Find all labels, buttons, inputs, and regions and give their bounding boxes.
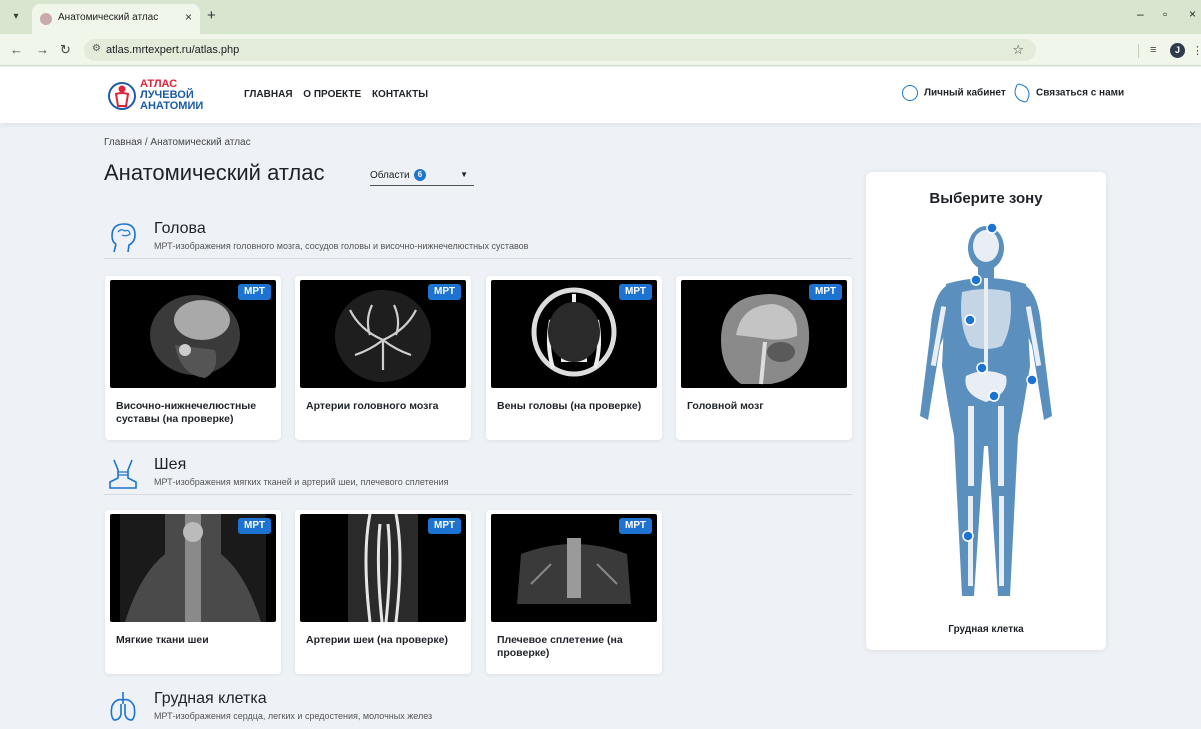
menu-icon[interactable]: ⋮ — [1192, 44, 1201, 57]
site-logo[interactable]: АТЛАС ЛУЧЕВОЙ АНАТОМИИ — [106, 78, 216, 114]
section-chest: Грудная клетка МРТ-изображения сердца, л… — [104, 688, 852, 729]
user-icon — [902, 85, 918, 101]
tab-search-icon[interactable]: ▾ — [8, 9, 24, 25]
mri-badge: МРТ — [809, 284, 842, 300]
section-title: Голова — [154, 220, 206, 237]
reload-icon[interactable]: ↻ — [60, 42, 71, 58]
mri-badge: МРТ — [619, 518, 652, 534]
head-icon — [111, 223, 136, 253]
section-neck: Шея МРТ-изображения мягких тканей и арте… — [104, 454, 852, 504]
mri-thumbnail: МРТ — [491, 514, 657, 622]
card-label: Головной мозг — [687, 400, 764, 412]
mri-badge: МРТ — [238, 284, 271, 300]
tab-title: Анатомический атлас — [58, 12, 159, 23]
zone-title: Выберите зону — [929, 190, 1043, 207]
card-label: Височно-нижнечелюстные суставы (на прове… — [116, 400, 257, 425]
address-bar[interactable]: ⚙ atlas.mrtexpert.ru/atlas.php ☆ — [84, 39, 1036, 61]
back-icon[interactable]: ← — [10, 42, 23, 57]
card-brain-arteries[interactable]: МРТ Артерии головного мозга — [295, 276, 471, 440]
card-neck-soft-tissue[interactable]: МРТ Мягкие ткани шеи — [105, 510, 281, 674]
section-title: Грудная клетка — [154, 690, 267, 707]
contact-link[interactable]: Связаться с нами — [1011, 82, 1124, 105]
site-info-icon[interactable]: ⚙ — [92, 43, 101, 54]
card-label: Вены головы (на проверке) — [497, 400, 642, 412]
section-subtitle: МРТ-изображения мягких тканей и артерий … — [154, 477, 449, 487]
card-tmj[interactable]: МРТ Височно-нижнечелюстные суставы (на п… — [105, 276, 281, 440]
section-subtitle: МРТ-изображения сердца, легких и средост… — [154, 711, 433, 721]
mri-thumbnail: МРТ — [300, 514, 466, 622]
mri-badge: МРТ — [428, 518, 461, 534]
phone-icon — [1011, 82, 1033, 104]
section-divider — [104, 494, 852, 495]
mri-thumbnail: МРТ — [110, 514, 276, 622]
zone-caption: Грудная клетка — [948, 624, 1024, 635]
tab-close-icon[interactable]: × — [185, 10, 192, 24]
regions-dropdown[interactable]: Области 6 ▼ — [370, 166, 474, 186]
card-label: Мягкие ткани шеи — [116, 634, 209, 646]
reading-list-icon[interactable]: ≡ — [1150, 44, 1156, 56]
chevron-down-icon: ▼ — [460, 170, 468, 179]
profile-avatar[interactable]: J — [1170, 43, 1185, 58]
toolbar-divider — [1138, 44, 1139, 58]
page-title: Анатомический атлас — [104, 160, 325, 185]
new-tab-button[interactable]: + — [207, 7, 216, 24]
mri-thumbnail: МРТ — [300, 280, 466, 388]
neck-icon — [109, 459, 137, 489]
lungs-icon — [110, 692, 136, 721]
zone-selector-panel: Выберите зону Грудная клетка — [866, 172, 1106, 650]
minimize-icon[interactable]: – — [1137, 7, 1144, 21]
section-title: Шея — [154, 456, 187, 473]
regions-label: Области — [370, 170, 410, 181]
nav-home-link[interactable]: ГЛАВНАЯ — [244, 89, 293, 100]
breadcrumb[interactable]: Главная / Анатомический атлас — [104, 137, 251, 148]
card-label: Артерии головного мозга — [306, 400, 439, 412]
mri-thumbnail: МРТ — [110, 280, 276, 388]
card-brain[interactable]: МРТ Головной мозг — [676, 276, 852, 440]
mri-thumbnail: МРТ — [491, 280, 657, 388]
favicon-icon — [40, 13, 52, 25]
nav-about-link[interactable]: О ПРОЕКТЕ — [303, 89, 361, 100]
restore-icon[interactable]: ▫ — [1163, 7, 1167, 21]
browser-tab[interactable]: Анатомический атлас × — [32, 4, 200, 34]
bookmark-star-icon[interactable]: ☆ — [1012, 42, 1024, 58]
mri-badge: МРТ — [428, 284, 461, 300]
card-label: Артерии шеи (на проверке) — [306, 634, 448, 646]
url-text: atlas.mrtexpert.ru/atlas.php — [106, 44, 240, 56]
account-link[interactable]: Личный кабинет — [902, 85, 1006, 105]
logo-text: АТЛАС ЛУЧЕВОЙ АНАТОМИИ — [140, 78, 204, 112]
mri-badge: МРТ — [238, 518, 271, 534]
card-head-veins[interactable]: МРТ Вены головы (на проверке) — [486, 276, 662, 440]
mri-thumbnail: МРТ — [681, 280, 847, 388]
close-window-icon[interactable]: × — [1189, 7, 1196, 21]
logo-mark-icon — [108, 82, 136, 110]
browser-tab-bar: ▾ Анатомический атлас × + – ▫ × — [0, 0, 1201, 34]
mri-badge: МРТ — [619, 284, 652, 300]
card-label: Плечевое сплетение (на проверке) — [497, 634, 623, 659]
section-divider — [104, 258, 852, 259]
browser-toolbar: ← → ↻ ⚙ atlas.mrtexpert.ru/atlas.php ☆ ≡… — [0, 34, 1201, 66]
card-brachial-plexus[interactable]: МРТ Плечевое сплетение (на проверке) — [486, 510, 662, 674]
site-header: АТЛАС ЛУЧЕВОЙ АНАТОМИИ ГЛАВНАЯ О ПРОЕКТЕ… — [0, 67, 1201, 123]
nav-contacts-link[interactable]: КОНТАКТЫ — [372, 89, 428, 100]
section-subtitle: МРТ-изображения головного мозга, сосудов… — [154, 241, 529, 251]
regions-count-badge: 6 — [414, 169, 426, 181]
body-map[interactable] — [906, 216, 1066, 616]
main-nav: ГЛАВНАЯ О ПРОЕКТЕ КОНТАКТЫ — [244, 89, 436, 100]
card-neck-arteries[interactable]: МРТ Артерии шеи (на проверке) — [295, 510, 471, 674]
forward-icon[interactable]: → — [36, 42, 49, 57]
